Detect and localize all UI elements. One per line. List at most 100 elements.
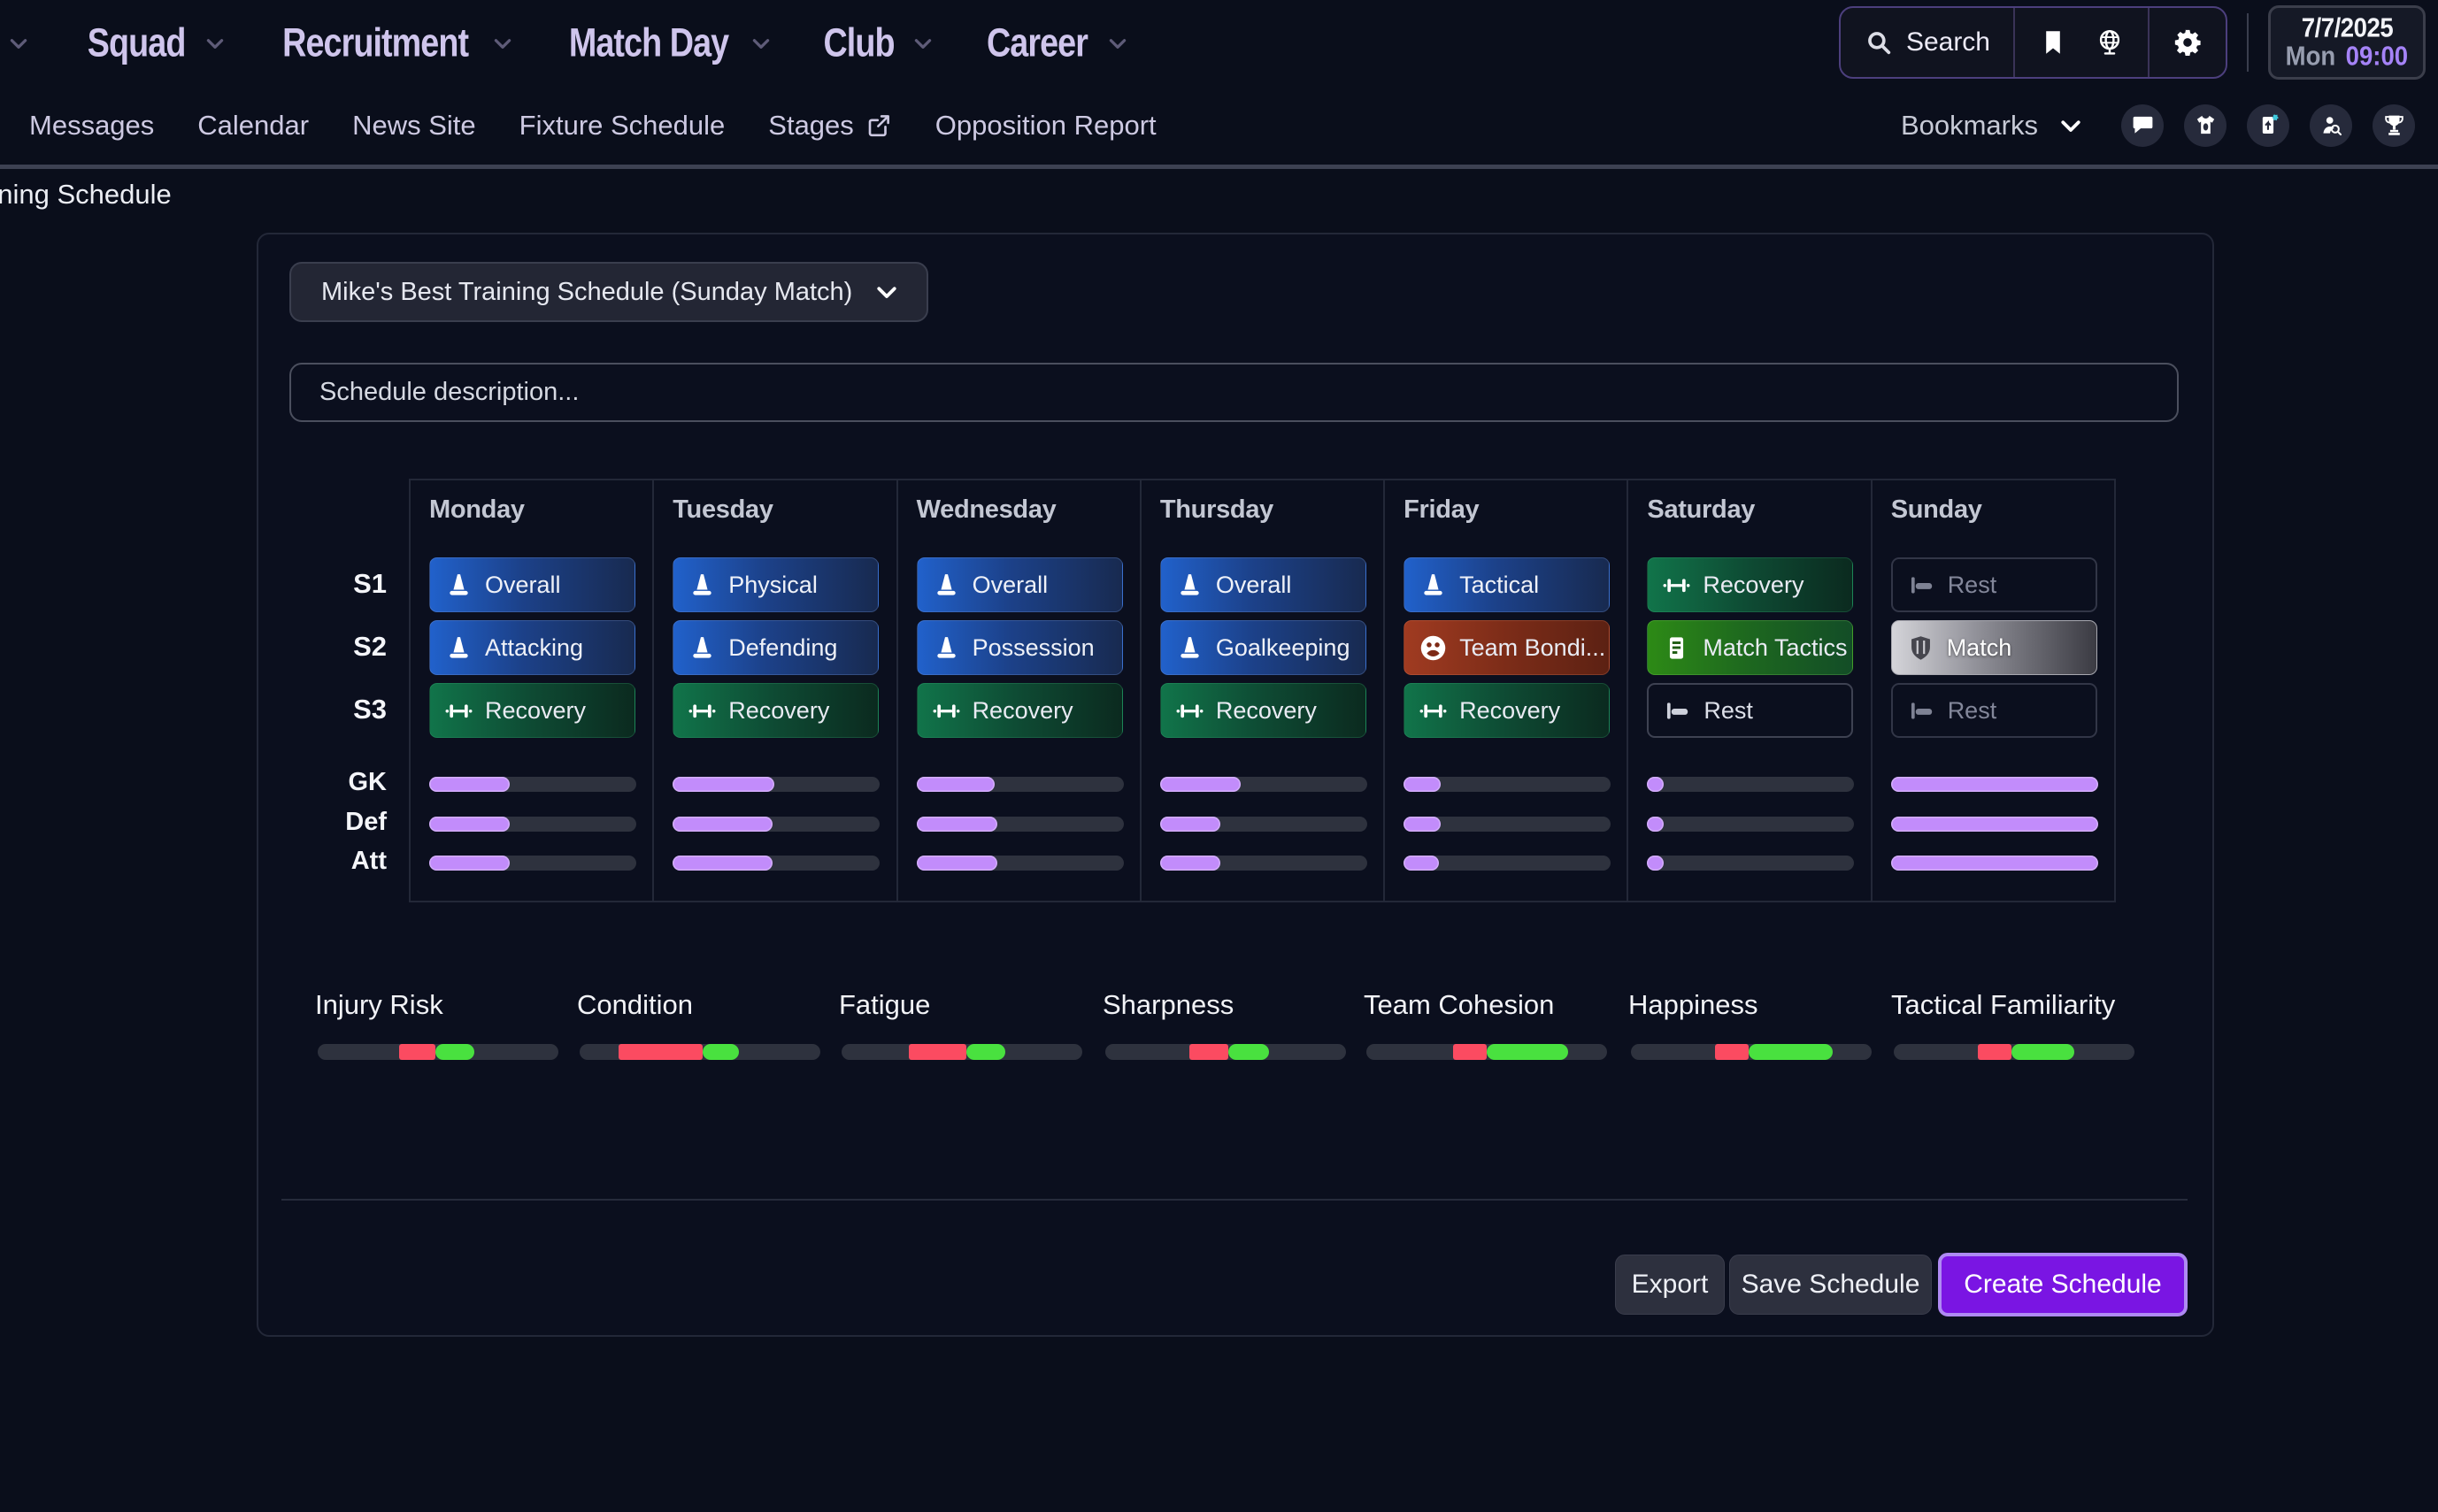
stat-sharpness: Sharpness <box>1103 989 1352 1021</box>
stat-track <box>1894 1044 2134 1060</box>
intensity-bar-fill <box>1404 817 1441 832</box>
stat-tactical-familiarity: Tactical Familiarity <box>1891 989 2141 1021</box>
bed-icon <box>1663 696 1692 725</box>
stat-green-segment <box>2011 1044 2074 1060</box>
transfer-card-button[interactable] <box>2247 104 2289 147</box>
chevron-down-icon <box>1106 32 1129 55</box>
chat-button[interactable] <box>2121 104 2164 147</box>
link-messages[interactable]: Messages <box>29 110 154 142</box>
shield-icon <box>1906 633 1935 663</box>
schedule-description-input[interactable] <box>289 363 2179 422</box>
menu-squad[interactable]: Squad <box>83 22 227 64</box>
session-button-thursday-s3[interactable]: Recovery <box>1160 683 1366 738</box>
session-button-wednesday-s1[interactable]: Overall <box>917 557 1123 612</box>
menu-club-label: Club <box>823 20 894 66</box>
chevron-down-icon <box>873 279 900 305</box>
session-button-friday-s1[interactable]: Tactical <box>1404 557 1610 612</box>
game-day: Mon <box>2286 42 2336 72</box>
session-button-monday-s2[interactable]: Attacking <box>429 620 635 675</box>
session-button-thursday-s1[interactable]: Overall <box>1160 557 1366 612</box>
session-button-wednesday-s3[interactable]: Recovery <box>917 683 1123 738</box>
transfer-card-icon <box>2256 112 2281 138</box>
day-header: Thursday <box>1160 495 1273 525</box>
schedule-table: MondayOverallAttackingRecoveryTuesdayPhy… <box>409 479 2116 902</box>
stat-red-segment <box>1189 1044 1228 1060</box>
chevron-down-icon[interactable] <box>7 32 30 55</box>
save-schedule-button[interactable]: Save Schedule <box>1729 1255 1932 1315</box>
intensity-bar-tuesday-def <box>673 817 880 832</box>
session-button-monday-s1[interactable]: Overall <box>429 557 635 612</box>
session-button-sunday-s3[interactable]: Rest <box>1891 683 2097 738</box>
session-button-sunday-s1[interactable]: Rest <box>1891 557 2097 612</box>
link-calendar[interactable]: Calendar <box>197 110 309 142</box>
session-button-wednesday-s2[interactable]: Possession <box>917 620 1123 675</box>
menu-match-day[interactable]: Match Day <box>562 22 773 64</box>
search-button[interactable]: Search <box>1841 8 2013 77</box>
scouting-button[interactable] <box>2310 104 2352 147</box>
day-header: Saturday <box>1647 495 1755 525</box>
app-window: Squad Recruitment Match Day Club Career <box>0 0 2438 1512</box>
export-button[interactable]: Export <box>1615 1255 1725 1315</box>
intensity-bar-sunday-def <box>1891 817 2098 832</box>
trophy-button[interactable] <box>2373 104 2415 147</box>
session-button-saturday-s3[interactable]: Rest <box>1647 683 1853 738</box>
session-label: Match Tactics <box>1703 634 1847 662</box>
link-opposition-report[interactable]: Opposition Report <box>935 110 1157 142</box>
session-button-sunday-s2[interactable]: Match <box>1891 620 2097 675</box>
session-label: Rest <box>1704 697 1753 725</box>
stat-green-segment <box>966 1044 1005 1060</box>
search-label: Search <box>1906 27 1990 58</box>
stat-red-segment <box>399 1044 435 1060</box>
link-news-site[interactable]: News Site <box>352 110 476 142</box>
session-button-tuesday-s2[interactable]: Defending <box>673 620 879 675</box>
session-button-saturday-s1[interactable]: Recovery <box>1647 557 1853 612</box>
bookmarks-dropdown[interactable]: Bookmarks <box>1901 110 2084 142</box>
game-datetime[interactable]: 7/7/2025 Mon 09:00 <box>2268 5 2426 80</box>
row-label-s1: S1 <box>263 568 387 600</box>
stat-label: Team Cohesion <box>1364 989 1613 1021</box>
session-button-friday-s3[interactable]: Recovery <box>1404 683 1610 738</box>
session-button-saturday-s2[interactable]: Match Tactics <box>1647 620 1853 675</box>
link-fixture-schedule[interactable]: Fixture Schedule <box>519 110 726 142</box>
cone-icon <box>444 571 473 600</box>
menu-recruitment[interactable]: Recruitment <box>274 22 513 64</box>
intensity-bar-friday-gk <box>1404 777 1611 792</box>
sub-nav: Messages Calendar News Site Fixture Sche… <box>0 86 2438 165</box>
sub-nav-tools: Bookmarks <box>1901 86 2415 165</box>
session-button-friday-s2[interactable]: Team Bondi... <box>1404 620 1610 675</box>
cone-icon <box>932 633 961 663</box>
session-label: Overall <box>485 572 561 599</box>
dumbbell-icon <box>932 696 961 725</box>
create-schedule-button[interactable]: Create Schedule <box>1938 1253 2188 1316</box>
session-label: Attacking <box>485 634 583 662</box>
session-button-tuesday-s3[interactable]: Recovery <box>673 683 879 738</box>
session-button-monday-s3[interactable]: Recovery <box>429 683 635 738</box>
menu-match-day-label: Match Day <box>568 20 727 66</box>
session-label: Rest <box>1948 572 1997 599</box>
stat-red-segment <box>1715 1044 1749 1060</box>
session-label: Rest <box>1948 697 1997 725</box>
stat-track <box>1105 1044 1346 1060</box>
session-button-tuesday-s1[interactable]: Physical <box>673 557 879 612</box>
chevron-down-icon <box>491 32 514 55</box>
intensity-bar-fill <box>673 817 772 832</box>
globe-icon[interactable] <box>2095 27 2125 58</box>
intensity-bar-monday-gk <box>429 777 636 792</box>
session-button-thursday-s2[interactable]: Goalkeeping <box>1160 620 1366 675</box>
schedule-selector[interactable]: Mike's Best Training Schedule (Sunday Ma… <box>289 262 928 322</box>
day-header: Tuesday <box>673 495 773 525</box>
intensity-bar-wednesday-att <box>917 856 1124 871</box>
menu-career[interactable]: Career <box>982 22 1129 64</box>
settings-button[interactable] <box>2148 8 2226 77</box>
intensity-bar-friday-att <box>1404 856 1611 871</box>
sub-nav-links: Messages Calendar News Site Fixture Sche… <box>29 86 1157 165</box>
link-stages[interactable]: Stages <box>768 110 892 142</box>
intensity-bar-fill <box>917 777 996 792</box>
chevron-down-icon <box>2057 112 2084 139</box>
bookmark-icon[interactable] <box>2038 27 2068 58</box>
intensity-bar-saturday-att <box>1647 856 1854 871</box>
menu-club[interactable]: Club <box>820 22 934 64</box>
session-label: Recovery <box>1216 697 1317 725</box>
menu-squad-label: Squad <box>88 20 186 66</box>
jersey-button[interactable] <box>2184 104 2227 147</box>
